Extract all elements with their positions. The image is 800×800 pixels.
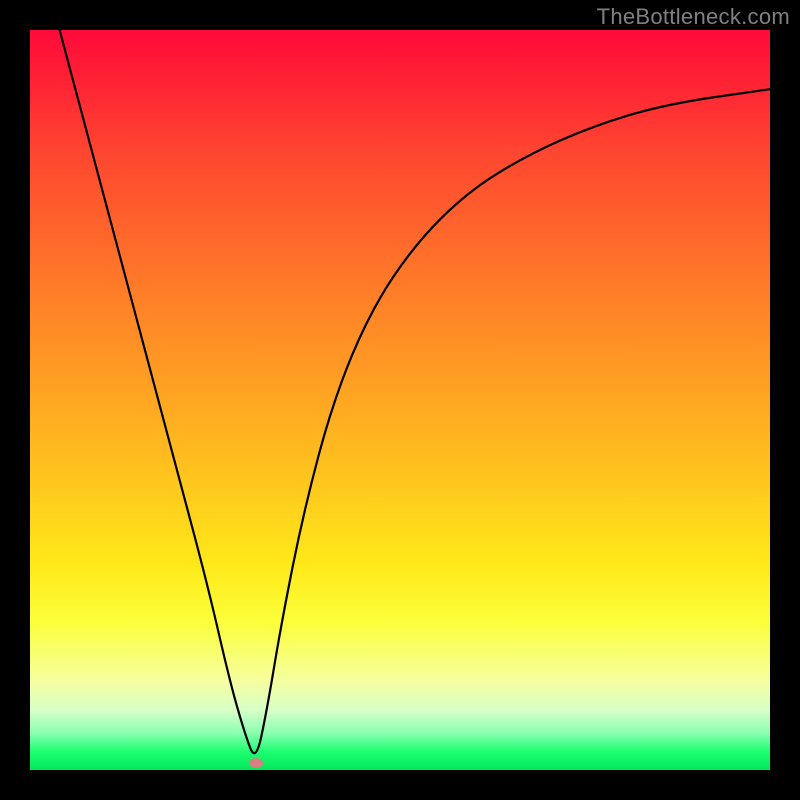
bottleneck-curve [30, 30, 770, 770]
watermark-text: TheBottleneck.com [597, 4, 790, 30]
plot-frame [30, 30, 770, 770]
curve-path [60, 30, 770, 753]
minimum-marker [249, 758, 263, 768]
